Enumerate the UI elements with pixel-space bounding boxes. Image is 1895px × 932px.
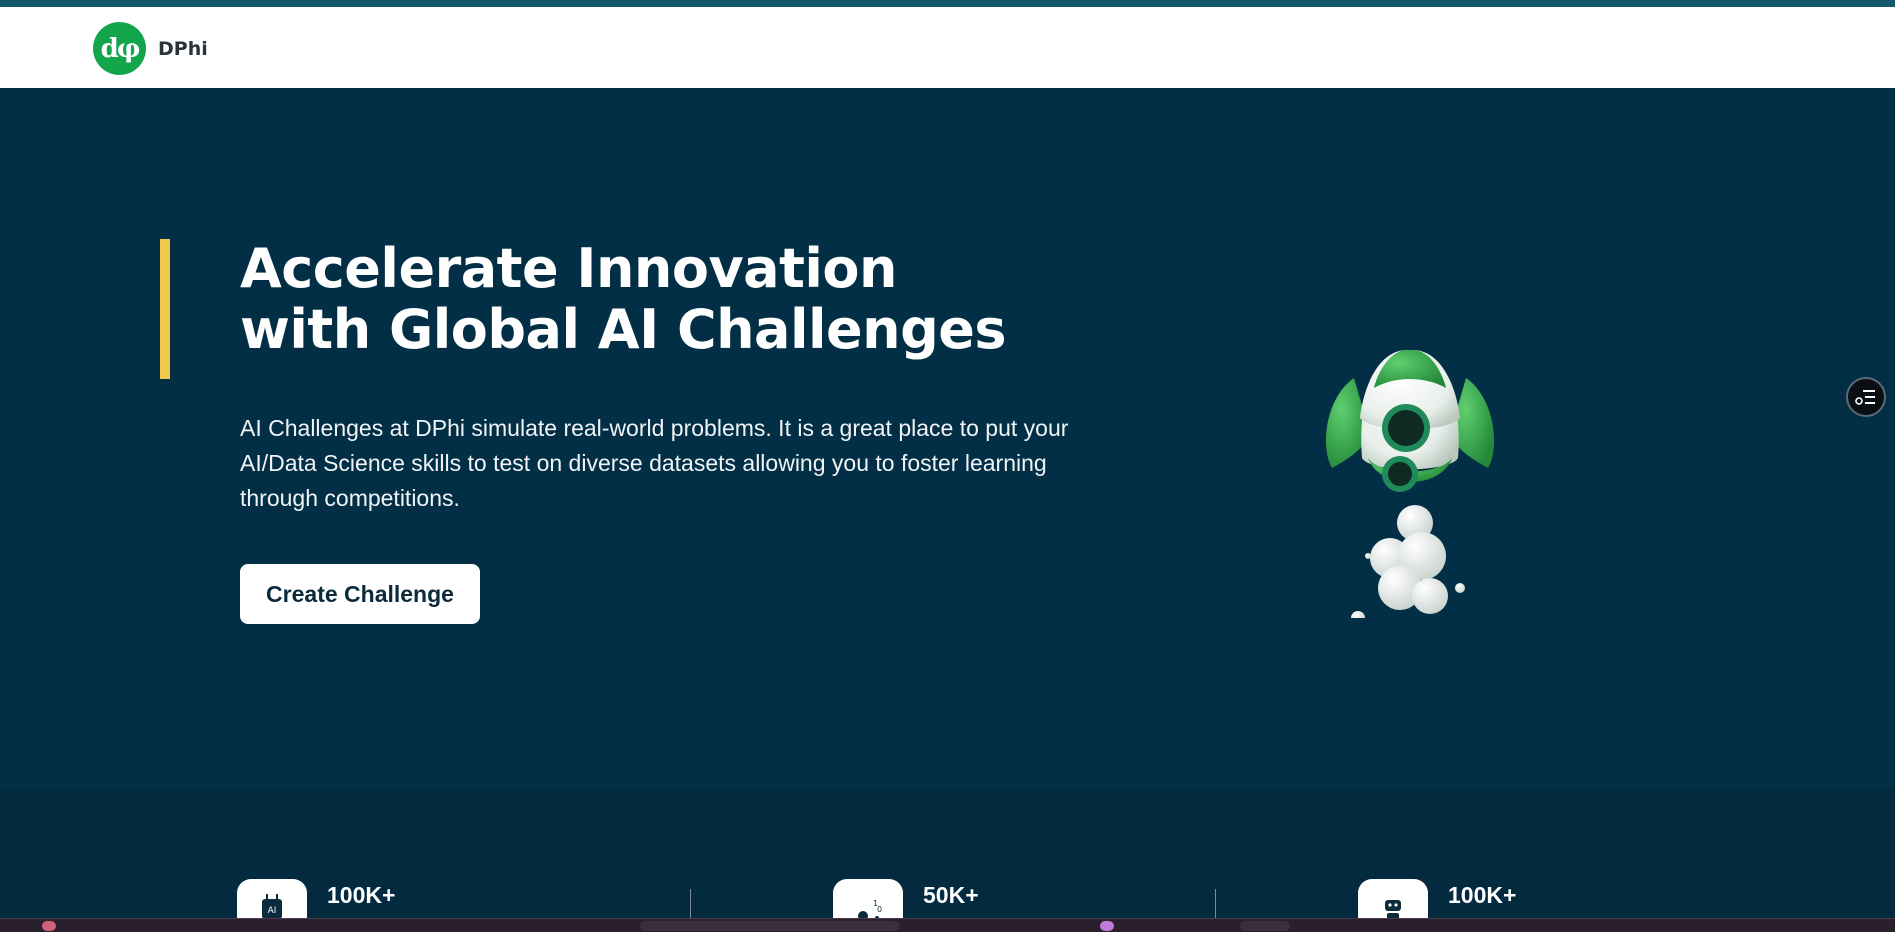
taskbar-app-icon[interactable] (1100, 921, 1114, 931)
hero-description: AI Challenges at DPhi simulate real-worl… (240, 415, 1069, 511)
hero-section: Accelerate Innovation with Global AI Cha… (0, 88, 1895, 789)
top-accent-bar (0, 0, 1895, 7)
create-challenge-button[interactable]: Create Challenge (240, 564, 480, 624)
rocket-illustration (1325, 349, 1495, 618)
taskbar-app-icon[interactable] (640, 921, 900, 931)
hero-title-line-2: with Global AI Challenges (240, 298, 1007, 361)
brand-name: DPhi (158, 37, 208, 60)
hero-title-line-1: Accelerate Innovation (240, 237, 897, 300)
settings-list-icon (1855, 390, 1875, 405)
stat-value: 100K+ (327, 882, 396, 908)
svg-text:0: 0 (877, 905, 882, 914)
dphi-logo[interactable]: dφ DPhi (93, 22, 208, 75)
hero-accent-bar (160, 239, 170, 379)
stats-section: AI 100K+ 1 0 50K+ 100K+ (0, 789, 1895, 932)
floating-settings-button[interactable] (1846, 377, 1886, 417)
dphi-logo-icon: dφ (93, 22, 146, 75)
navbar: dφ DPhi (0, 7, 1895, 88)
os-taskbar (0, 918, 1895, 932)
taskbar-app-icon[interactable] (42, 921, 56, 931)
stat-value: 100K+ (1448, 882, 1517, 908)
taskbar-app-icon[interactable] (1240, 921, 1290, 931)
svg-text:AI: AI (268, 906, 277, 916)
stat-value: 50K+ (923, 882, 979, 908)
hero-title: Accelerate Innovation with Global AI Cha… (240, 238, 1100, 360)
